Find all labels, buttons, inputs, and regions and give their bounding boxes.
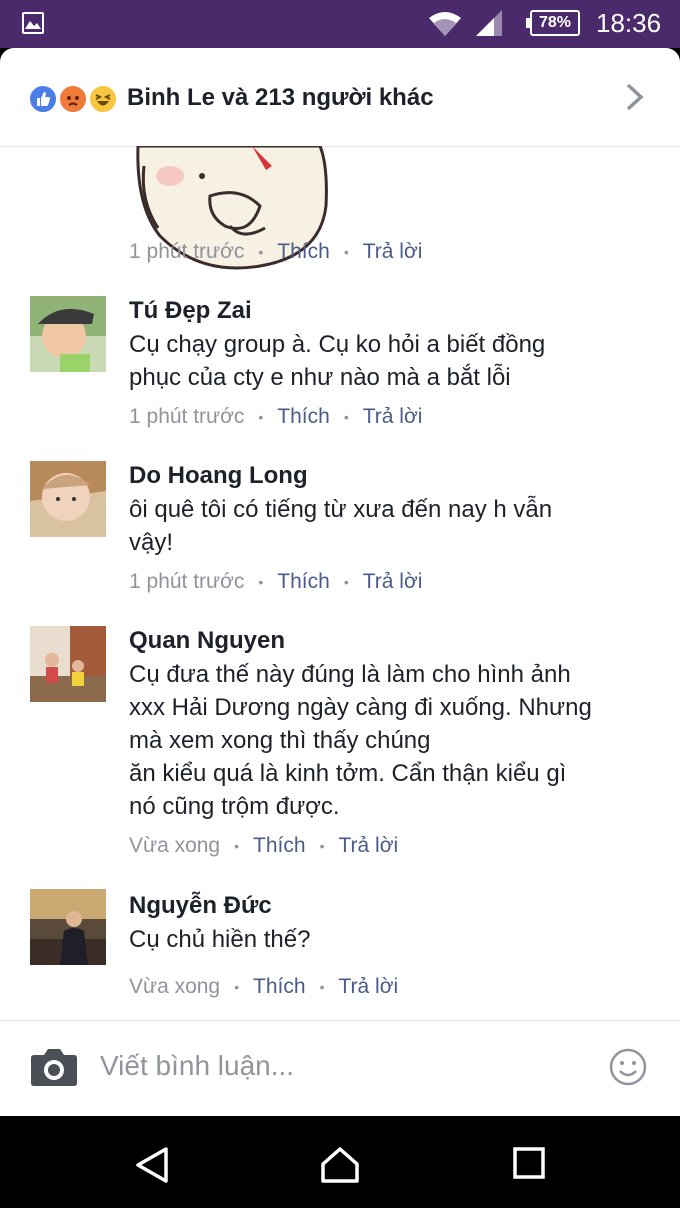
angry-reaction-icon xyxy=(58,84,88,114)
reply-link[interactable]: Trả lời xyxy=(363,240,423,263)
recent-apps-icon[interactable] xyxy=(512,1146,546,1180)
signal-icon xyxy=(476,10,502,36)
comment-input[interactable] xyxy=(98,1045,582,1087)
like-link[interactable]: Thích xyxy=(277,570,330,593)
comment-time: Vừa xong xyxy=(129,975,221,998)
comment-meta: 1 phút trước • Thích • Trả lời xyxy=(129,570,423,593)
commenter-name[interactable]: Tú Đẹp Zai xyxy=(129,294,640,328)
status-time: 18:36 xyxy=(596,8,662,38)
wifi-icon xyxy=(429,12,461,36)
avatar[interactable] xyxy=(30,626,106,702)
status-bar: 78% 18:36 xyxy=(0,0,680,48)
sticker-comment-meta: 1 phút trước • Thích • Trả lời xyxy=(129,240,423,263)
commenter-name[interactable]: Do Hoang Long xyxy=(129,459,640,493)
reply-link[interactable]: Trả lời xyxy=(363,570,423,593)
like-reaction-icon xyxy=(28,84,58,114)
gallery-notification-icon xyxy=(22,12,44,34)
comment-time: Vừa xong xyxy=(129,834,221,857)
chevron-right-icon[interactable] xyxy=(624,82,646,112)
system-nav-bar xyxy=(0,1116,680,1208)
like-link[interactable]: Thích xyxy=(277,405,330,428)
reactions-bar[interactable]: Binh Le và 213 người khác xyxy=(0,48,680,147)
avatar[interactable] xyxy=(30,296,106,372)
avatar[interactable] xyxy=(30,461,106,537)
camera-icon[interactable] xyxy=(30,1047,78,1087)
comment-meta: Vừa xong • Thích • Trả lời xyxy=(129,975,399,998)
comment-time: 1 phút trước xyxy=(129,570,245,593)
comment-meta: Vừa xong • Thích • Trả lời xyxy=(129,834,399,857)
comment-text: ôi quê tôi có tiếng từ xưa đến nay h vẫn… xyxy=(129,496,553,556)
comment-composer xyxy=(0,1020,680,1116)
comment-text: Cụ đưa thế này đúng là làm cho hình ảnh … xyxy=(129,661,592,820)
emoji-icon[interactable] xyxy=(608,1047,648,1087)
comment-text: Cụ chạy group à. Cụ ko hỏi a biết đồng p… xyxy=(129,331,546,391)
reply-link[interactable]: Trả lời xyxy=(338,834,398,857)
home-icon[interactable] xyxy=(320,1146,360,1184)
haha-reaction-icon xyxy=(88,84,118,114)
like-link[interactable]: Thích xyxy=(253,834,306,857)
back-icon[interactable] xyxy=(134,1146,170,1184)
avatar[interactable] xyxy=(30,889,106,965)
comments-sheet: Binh Le và 213 người khác 1 phút trước • T… xyxy=(0,48,680,1116)
comment-meta: 1 phút trước • Thích • Trả lời xyxy=(129,405,423,428)
like-link[interactable]: Thích xyxy=(277,240,330,263)
comment-time: 1 phút trước xyxy=(129,405,245,428)
comment-time: 1 phút trước xyxy=(129,240,245,263)
reactions-summary: Binh Le và 213 người khác xyxy=(127,84,434,111)
commenter-name[interactable]: Quan Nguyen xyxy=(129,624,640,658)
reply-link[interactable]: Trả lời xyxy=(338,975,398,998)
comment-text: Cụ chủ hiền thế? xyxy=(129,926,311,953)
battery-icon: 78% xyxy=(526,10,580,36)
commenter-name[interactable]: Nguyễn Đức xyxy=(129,889,640,923)
reply-link[interactable]: Trả lời xyxy=(363,405,423,428)
like-link[interactable]: Thích xyxy=(253,975,306,998)
